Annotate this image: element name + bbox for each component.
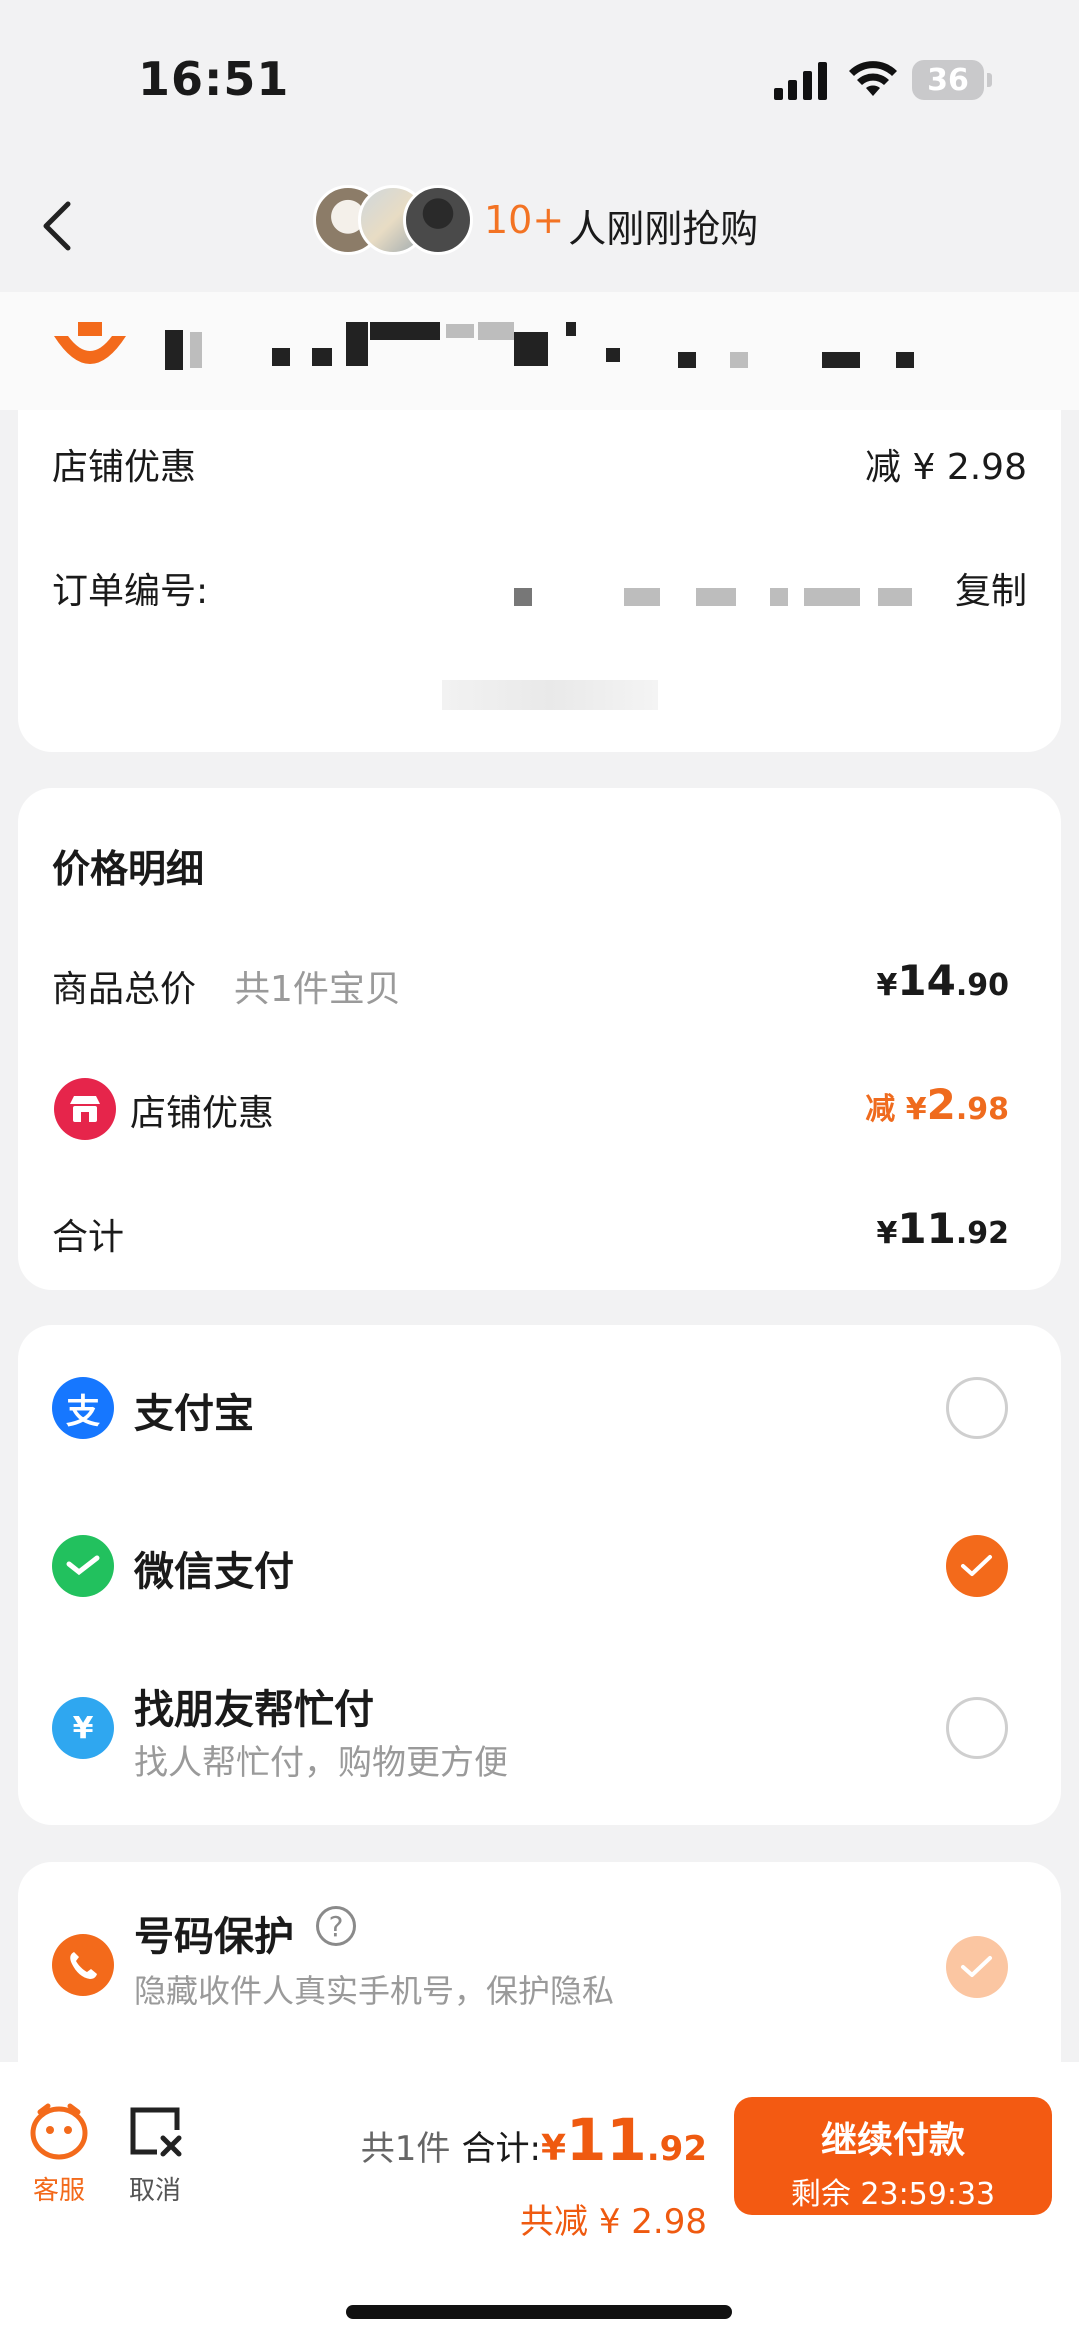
customer-service-button[interactable]: 客服: [24, 2102, 94, 2207]
bottom-bar: 客服 取消 共1件 合计:¥11.92 共减 ¥ 2.98 继续付款 剩余 23…: [0, 2062, 1079, 2341]
friend-pay-radio[interactable]: [946, 1697, 1008, 1759]
avatar: [403, 185, 473, 255]
remaining-time: 剩余 23:59:33: [790, 2177, 996, 2212]
bottom-total-int: 11: [566, 2106, 647, 2174]
subtotal-yen: ¥: [876, 968, 898, 1003]
bottom-count: 共1件: [360, 2129, 451, 2169]
number-protection-checkbox[interactable]: [946, 1936, 1008, 1998]
price-detail-title: 价格明细: [52, 847, 205, 891]
copy-button[interactable]: 复制: [955, 562, 1027, 614]
subtotal-price: ¥14.90: [877, 956, 1009, 1005]
shop-discount-dec: .98: [955, 1092, 1009, 1127]
subtotal-int: 14: [897, 956, 956, 1005]
subtotal-note: 共1件宝贝: [234, 969, 401, 1010]
order-number-label: 订单编号:: [52, 571, 209, 612]
subtotal-label: 商品总价: [52, 969, 197, 1010]
customer-service-label: 客服: [32, 2176, 85, 2206]
recent-buyers-text: 10+ 人刚刚抢购: [484, 198, 758, 253]
order-discount-label: 店铺优惠: [52, 447, 197, 488]
alipay-radio[interactable]: [946, 1377, 1008, 1439]
continue-pay-button[interactable]: 继续付款 剩余 23:59:33: [734, 2097, 1052, 2215]
wifi-icon: [849, 61, 897, 96]
continue-pay-label: 继续付款: [820, 2120, 965, 2161]
shop-discount-prefix: 减 ¥: [865, 1092, 927, 1127]
total-dec: .92: [955, 1216, 1009, 1251]
recent-buyers-count: 10+: [484, 198, 565, 242]
payment-option-alipay[interactable]: 支 支付宝: [18, 1325, 1061, 1485]
bottom-saved: 共减 ¥ 2.98: [520, 2202, 707, 2242]
number-protection-title: 号码保护: [134, 1914, 294, 1960]
shop-discount-label: 店铺优惠: [130, 1093, 275, 1134]
order-number-redacted: [514, 588, 532, 606]
back-arrow-icon[interactable]: [38, 196, 78, 256]
friend-pay-icon: ¥: [52, 1697, 114, 1759]
shop-strip[interactable]: [0, 292, 1079, 410]
total-price: ¥11.92: [877, 1204, 1009, 1253]
battery-icon: 36: [912, 60, 992, 100]
shop-discount-int: 2: [926, 1080, 956, 1129]
order-discount-value: 减 ¥ 2.98: [865, 447, 1027, 488]
buyer-avatars: [313, 185, 473, 257]
payment-option-friend[interactable]: ¥ 找朋友帮忙付 找人帮忙付，购物更方便: [18, 1643, 1061, 1825]
bottom-total-dec: .92: [646, 2129, 707, 2169]
payment-methods-card: 支 支付宝 微信支付 ¥ 找朋友帮忙付 找人帮忙付，购物更方便: [18, 1325, 1061, 1825]
home-indicator: [346, 2305, 732, 2319]
phone-shield-icon: [52, 1934, 114, 1996]
bottom-total: 共1件 合计:¥11.92: [361, 2106, 707, 2174]
bottom-total-label: 合计:: [461, 2129, 541, 2169]
number-protection-card: 号码保护 ? 隐藏收件人真实手机号，保护隐私: [18, 1862, 1061, 2062]
total-yen: ¥: [876, 1216, 898, 1251]
subtotal-dec: .90: [955, 968, 1009, 1003]
wechat-pay-radio[interactable]: [946, 1535, 1008, 1597]
cellular-signal-icon: [774, 62, 827, 100]
cancel-icon: [130, 2107, 182, 2157]
total-label: 合计: [52, 1217, 125, 1258]
cancel-order-button[interactable]: 取消: [120, 2106, 190, 2207]
alipay-label: 支付宝: [134, 1391, 254, 1437]
alipay-icon: 支: [52, 1377, 114, 1439]
order-info-card: 店铺优惠 减 ¥ 2.98 订单编号: 复制: [18, 410, 1061, 752]
friend-pay-label: 找朋友帮忙付: [134, 1687, 374, 1733]
status-time: 16:51: [138, 52, 290, 106]
wechat-pay-icon: [52, 1535, 114, 1597]
bottom-total-yen: ¥: [540, 2128, 567, 2169]
payment-option-wechat[interactable]: 微信支付: [18, 1485, 1061, 1643]
price-detail-card: 价格明细 商品总价 共1件宝贝 ¥14.90 店铺优惠 减 ¥2.98 合计 ¥…: [18, 788, 1061, 1290]
shop-discount-price: 减 ¥2.98: [865, 1080, 1009, 1129]
wechat-pay-label: 微信支付: [134, 1549, 294, 1595]
friend-pay-sub: 找人帮忙付，购物更方便: [134, 1743, 508, 1783]
shop-discount-icon: [54, 1078, 116, 1140]
battery-level: 36: [927, 62, 969, 98]
recent-buyers-label: 人刚刚抢购: [568, 207, 759, 251]
number-protection-sub: 隐藏收件人真实手机号，保护隐私: [134, 1972, 615, 2010]
help-icon[interactable]: ?: [316, 1906, 356, 1946]
shop-logo: [54, 322, 126, 364]
cancel-label: 取消: [128, 2176, 181, 2206]
total-int: 11: [897, 1204, 956, 1253]
customer-service-icon: [30, 2103, 88, 2160]
